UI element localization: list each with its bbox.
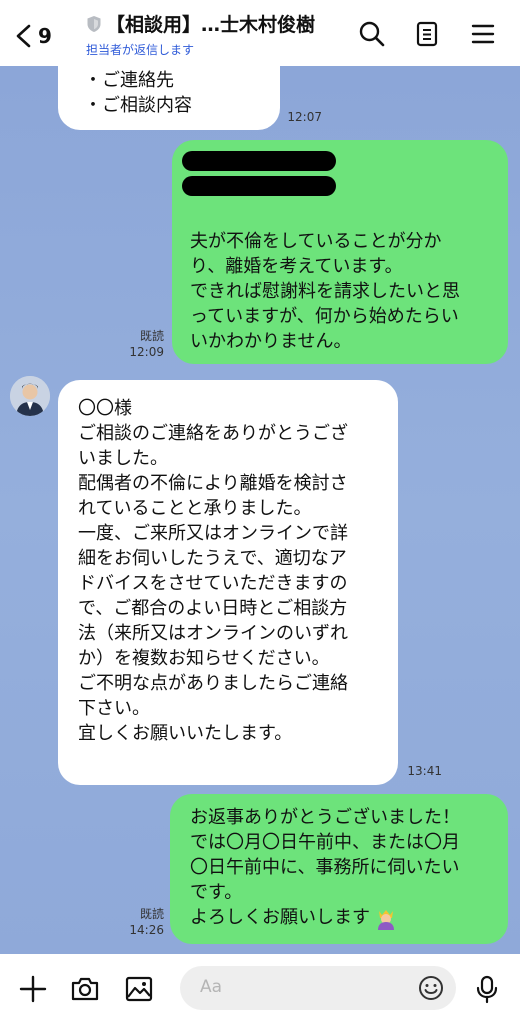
chat-area[interactable]: ・ご連絡先 ・ご相談内容 12:07 夫が不倫をしていることが分か り、離婚を考… [0,66,520,954]
mic-icon[interactable] [472,974,502,1004]
menu-icon[interactable] [469,20,497,48]
message-line: ご相談のご連絡をありがとうござ [78,423,348,444]
sent-message[interactable]: 夫が不倫をしていることが分か り、離婚を考えています。 できれば慰謝料を請求した… [172,140,508,364]
message-line: できれば慰謝料を請求したいと思 [190,281,460,302]
redacted-block [182,151,336,171]
message-line: れていることと承りました。 [78,498,312,519]
message-line: 宜しくお願いいたします。 [78,723,293,744]
chevron-left-icon [16,24,31,48]
chat-title-area[interactable]: 【相談用】…士木村俊樹 担当者が返信します [86,10,341,58]
message-line: ご不明な点がありましたらご連絡 [78,673,348,694]
avatar[interactable] [10,376,50,416]
message-line: 法（来所又はオンラインのいずれ [78,623,348,644]
message-time: 13:41 [407,764,442,778]
message-line: 下さい。 [78,698,150,719]
camera-icon[interactable] [70,974,100,1004]
redacted-block [182,176,336,196]
read-receipt: 既読 12:09 [112,328,164,360]
message-line: いました。 [78,448,168,469]
received-message[interactable]: 〇〇様 ご相談のご連絡をありがとうござ いました。 配偶者の不倫により離婚を検討… [58,380,398,785]
message-time: 12:09 [129,345,164,359]
read-label: 既読 [139,329,164,343]
composer-bar: Aa [0,954,520,1024]
search-icon[interactable] [358,20,386,48]
message-time: 12:07 [287,110,322,124]
sent-message[interactable]: お返事ありがとうございました！ では〇月〇日午前中、または〇月 〇日午前中に、事… [170,794,508,944]
emoji-icon[interactable] [418,975,444,1001]
message-line: 細をお伺いしたうえで、適切なア [78,548,347,569]
message-line: 一度、ご来所又はオンラインで詳 [78,523,348,544]
message-line: か）を複数お知らせください。 [78,648,330,669]
message-time: 14:26 [129,923,164,937]
message-line: で、ご都合のよい日時とご相談方 [78,598,348,619]
message-line: ドバイスをさせていただきますの [78,573,348,594]
message-line: 配偶者の不倫により離婚を検討さ [78,473,348,494]
message-line: お返事ありがとうございました！ [190,807,460,828]
message-line: では〇月〇日午前中、または〇月 [190,832,460,853]
person-icon [10,376,50,416]
shield-icon [87,15,101,32]
message-line: ・ご連絡先 [84,70,174,91]
chat-subtitle: 担当者が返信します [86,43,195,57]
message-line: ・ご相談内容 [84,95,192,116]
message-line: っていますが、何から始めたらい [190,306,459,327]
message-line: です。 [190,882,243,903]
read-receipt: 既読 14:26 [112,906,164,938]
input-placeholder: Aa [200,977,223,997]
message-input[interactable]: Aa [180,966,456,1010]
read-label: 既読 [139,907,164,921]
image-icon[interactable] [124,974,154,1004]
chat-header: 9 【相談用】…士木村俊樹 担当者が返信します [0,0,520,66]
message-line: いかわかりません。 [190,331,352,352]
plus-icon[interactable] [18,974,48,1004]
back-button[interactable]: 9 [14,18,64,54]
message-line: 夫が不倫をしていることが分か [190,231,442,252]
message-line: 〇〇様 [78,398,132,419]
message-line: 〇日午前中に、事務所に伺いたい [190,857,460,878]
received-message[interactable]: ・ご連絡先 ・ご相談内容 [58,66,280,130]
unread-count: 9 [38,24,52,48]
message-line-with-emoji: よろしくお願いします [190,905,460,930]
chat-title: 【相談用】…士木村俊樹 [106,14,316,36]
message-line: り、離婚を考えています。 [190,256,403,277]
notes-icon[interactable] [413,20,441,48]
message-text: よろしくお願いします [190,907,370,928]
bowing-person-emoji-icon [378,909,394,930]
